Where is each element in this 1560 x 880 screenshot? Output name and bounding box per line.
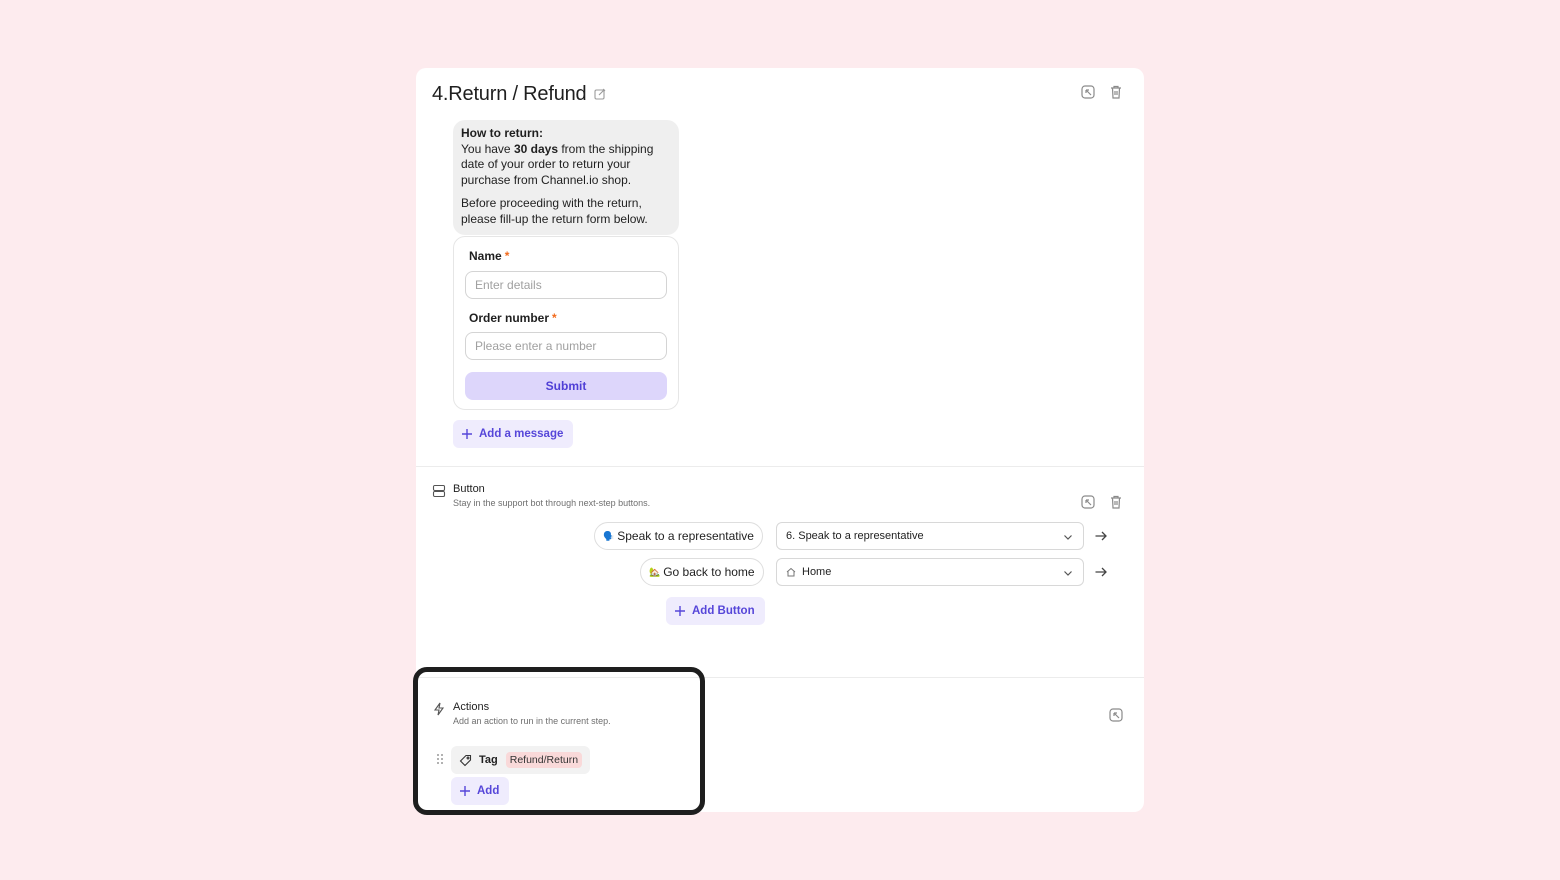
order-number-field[interactable] bbox=[465, 332, 667, 360]
add-action-button[interactable]: Add bbox=[451, 777, 510, 805]
target-step-select[interactable]: 6. Speak to a representative bbox=[776, 522, 1084, 550]
chevron-down-icon bbox=[1063, 568, 1073, 578]
order-number-label: Order number * bbox=[469, 311, 557, 325]
return-form: Name* Order number* Submit bbox=[453, 236, 679, 410]
name-label: Name * bbox=[469, 249, 509, 263]
home-icon bbox=[786, 567, 796, 577]
go-to-step-arrow-icon[interactable] bbox=[1094, 529, 1108, 543]
actions-section-title: Actions bbox=[453, 701, 490, 713]
message-text-pre: You have bbox=[461, 141, 514, 156]
plus-icon bbox=[461, 428, 473, 440]
duplicate-icon[interactable] bbox=[1080, 494, 1096, 510]
trash-icon[interactable] bbox=[1108, 494, 1124, 510]
go-to-step-arrow-icon[interactable] bbox=[1094, 565, 1108, 579]
target-step-value: 6. Speak to a representative bbox=[786, 530, 924, 542]
tag-value-badge: Refund/Return bbox=[505, 752, 583, 768]
duplicate-icon[interactable] bbox=[1080, 84, 1096, 100]
duplicate-icon[interactable] bbox=[1108, 707, 1124, 723]
button-section-tools bbox=[1080, 494, 1124, 510]
bot-button-label: Go back to home bbox=[663, 565, 755, 579]
message-heading: How to return: bbox=[461, 126, 543, 140]
edit-icon[interactable] bbox=[594, 88, 606, 100]
add-button-label: Add Button bbox=[692, 605, 755, 617]
order-number-label-text: Order number bbox=[469, 311, 550, 325]
bot-button-label: Speak to a representative bbox=[617, 529, 754, 543]
tag-action[interactable]: Tag Refund/Return bbox=[451, 746, 591, 774]
required-mark: * bbox=[504, 249, 510, 263]
step-card: 4. Return / Refund How to return: You ha… bbox=[416, 68, 1144, 812]
button-section-title: Button bbox=[453, 483, 485, 495]
actions-section-description: Add an action to run in the current step… bbox=[453, 716, 611, 726]
step-header: 4. Return / Refund bbox=[432, 76, 1128, 112]
target-step-value: Home bbox=[802, 566, 832, 578]
button-section-header: Button Stay in the support bot through n… bbox=[432, 482, 650, 510]
plus-icon bbox=[459, 785, 471, 797]
divider bbox=[416, 677, 1144, 678]
tag-icon bbox=[459, 754, 472, 767]
drag-handle-icon[interactable] bbox=[436, 753, 444, 765]
step-tools bbox=[1080, 84, 1124, 100]
bot-button-go-back-home[interactable]: 🏡 Go back to home bbox=[640, 558, 764, 586]
name-field[interactable] bbox=[465, 271, 667, 299]
chevron-down-icon bbox=[1063, 532, 1073, 542]
tag-label: Tag bbox=[479, 754, 498, 766]
button-section-description: Stay in the support bot through next-ste… bbox=[453, 498, 651, 508]
step-name: Return / Refund bbox=[448, 82, 587, 105]
speech-emoji-icon: 🗣️ bbox=[603, 530, 615, 541]
step-title: 4. Return / Refund bbox=[432, 83, 606, 106]
actions-section-tools bbox=[1108, 707, 1124, 723]
button-section-icon bbox=[432, 484, 446, 498]
target-step-select[interactable]: Home bbox=[776, 558, 1084, 586]
message-text-bold: 30 days bbox=[513, 141, 558, 156]
required-mark: * bbox=[552, 311, 557, 325]
actions-section-header: Actions Add an action to run in the curr… bbox=[432, 700, 611, 728]
house-emoji-icon: 🏡 bbox=[649, 566, 661, 577]
add-message-label: Add a message bbox=[479, 428, 564, 440]
message-text-2: Before proceeding with the return, pleas… bbox=[461, 196, 648, 226]
lightning-icon bbox=[432, 702, 446, 716]
add-action-label: Add bbox=[477, 785, 500, 797]
name-label-text: Name bbox=[469, 249, 502, 263]
step-number: 4. bbox=[432, 82, 449, 105]
plus-icon bbox=[674, 605, 686, 617]
trash-icon[interactable] bbox=[1108, 84, 1124, 100]
message-bubble: How to return: You have 30 days from the… bbox=[453, 120, 679, 235]
add-message-button[interactable]: Add a message bbox=[453, 420, 574, 448]
add-button-button[interactable]: Add Button bbox=[666, 597, 765, 625]
submit-button[interactable]: Submit bbox=[465, 372, 667, 400]
divider bbox=[416, 466, 1144, 467]
bot-button-speak-to-representative[interactable]: 🗣️ Speak to a representative bbox=[594, 522, 763, 550]
